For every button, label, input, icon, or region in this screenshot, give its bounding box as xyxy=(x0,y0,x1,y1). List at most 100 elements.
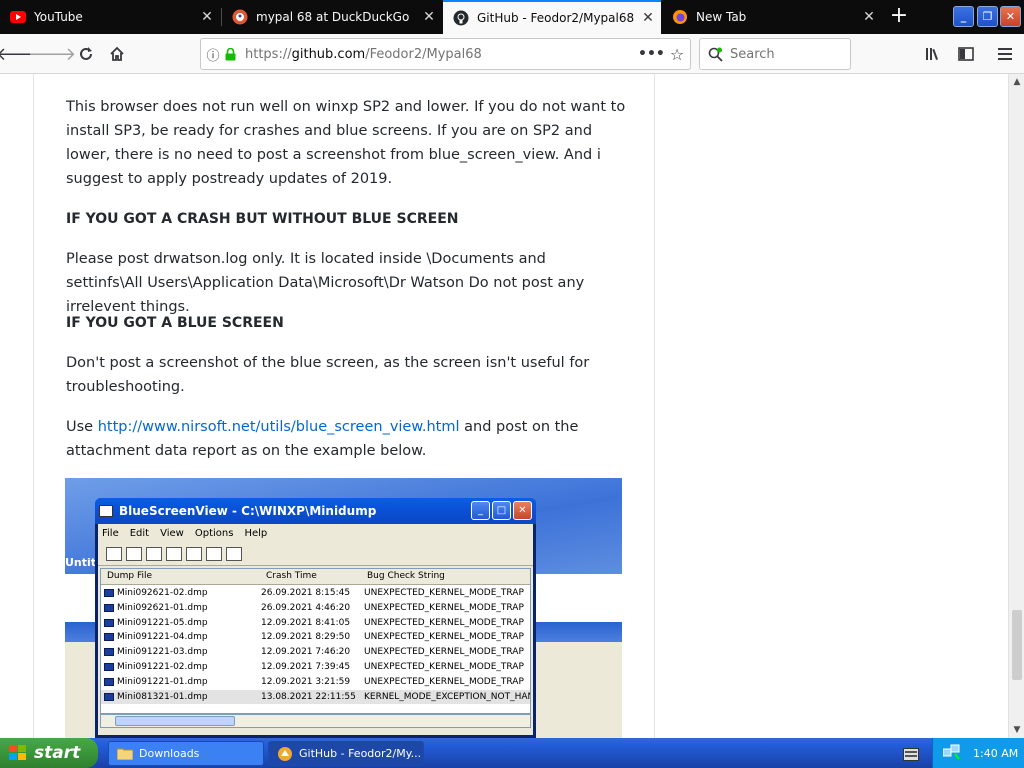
bsv-menu-options: Options xyxy=(194,527,234,539)
keyboard-icon[interactable] xyxy=(903,746,919,765)
crash-time: 12.09.2021 7:46:20 xyxy=(261,647,351,658)
bookmark-star-icon[interactable]: ☆ xyxy=(664,45,690,64)
forward-button[interactable]: 🡒 xyxy=(28,40,76,68)
tab-strip: YouTube ✕ mypal 68 at DuckDuckGo ✕ GitHu… xyxy=(0,0,1024,34)
github-icon xyxy=(453,10,469,26)
url-text[interactable]: https://github.com/Feodor2/Mypal68 xyxy=(239,47,638,62)
taskbar-item-label: GitHub - Feodor2/My... xyxy=(299,747,422,760)
home-icon xyxy=(110,46,124,61)
tab-title: YouTube xyxy=(34,10,83,24)
lock-icon[interactable] xyxy=(225,47,239,61)
close-window-button[interactable]: ✕ xyxy=(1000,6,1021,27)
page-actions-icon[interactable]: ••• xyxy=(638,46,665,62)
crash-time: 13.08.2021 22:11:55 xyxy=(261,691,356,702)
firefox-icon xyxy=(672,9,688,25)
close-tab-icon[interactable]: ✕ xyxy=(416,9,442,25)
dump-file-icon xyxy=(104,663,114,671)
tab-title: New Tab xyxy=(696,10,747,24)
clock: 1:40 AM xyxy=(973,746,1019,760)
crash-time: 12.09.2021 7:39:45 xyxy=(261,662,351,672)
bsv-menu-edit: Edit xyxy=(129,527,150,539)
start-label: start xyxy=(34,743,81,763)
dump-file-name: Mini091221-05.dmp xyxy=(117,617,208,628)
bluescreenview-link[interactable]: http://www.nirsoft.net/utils/blue_screen… xyxy=(98,419,460,435)
dump-file-icon xyxy=(104,692,114,701)
bsv-menu-file: File xyxy=(102,527,119,539)
search-bar[interactable] xyxy=(699,38,851,70)
properties-icon xyxy=(106,546,122,561)
paragraph-drwatson: Please post drwatson.log only. It is loc… xyxy=(66,251,585,315)
taskbar-item-github[interactable]: GitHub - Feodor2/My... xyxy=(268,741,424,766)
scroll-up-arrow-icon[interactable]: ▲ xyxy=(1009,74,1024,90)
column-crash-time: Crash Time xyxy=(266,571,317,581)
scroll-down-arrow-icon[interactable]: ▼ xyxy=(1009,722,1024,738)
page-vertical-scrollbar[interactable]: ▲ ▼ xyxy=(1008,74,1024,738)
bug-check-string: UNEXPECTED_KERNEL_MODE_TRAP xyxy=(364,676,524,687)
bug-check-string: UNEXPECTED_KERNEL_MODE_TRAP xyxy=(364,647,524,658)
bsv-title: BlueScreenView - C:\WINXP\Minidump xyxy=(119,504,377,518)
table-row: Mini091221-02.dmp 12.09.2021 7:39:45 UNEXP… xyxy=(101,660,530,675)
crash-time: 12.09.2021 8:41:05 xyxy=(261,617,351,628)
sidebar-button[interactable] xyxy=(952,40,980,68)
start-button[interactable]: start xyxy=(0,738,98,768)
paragraph-no-screenshot: Don't post a screenshot of the blue scre… xyxy=(66,355,590,395)
menu-button[interactable] xyxy=(991,40,1019,68)
library-button[interactable] xyxy=(920,40,948,68)
bsv-table-header: Dump File Crash Time Bug Check String xyxy=(101,569,530,585)
table-row: Mini091221-04.dmp 12.09.2021 8:29:50 UNEXP… xyxy=(101,630,530,645)
crash-time: 26.09.2021 4:46:20 xyxy=(261,602,351,613)
refresh-icon xyxy=(146,546,162,561)
dump-file-name: Mini091221-01.dmp xyxy=(117,676,208,687)
search-icon[interactable] xyxy=(700,47,730,62)
tab-youtube[interactable]: YouTube ✕ xyxy=(0,0,220,34)
system-tray: 1:40 AM xyxy=(932,738,1024,768)
dump-file-icon xyxy=(104,648,114,657)
minimize-button[interactable]: _ xyxy=(953,6,974,27)
tab-duckduckgo[interactable]: mypal 68 at DuckDuckGo ✕ xyxy=(222,0,442,34)
column-bug-check-string: Bug Check String xyxy=(367,571,445,581)
find-icon xyxy=(206,546,222,561)
background-window-fragment: Untit xyxy=(65,556,97,569)
home-button[interactable] xyxy=(103,40,131,68)
close-tab-icon[interactable]: ✕ xyxy=(194,9,220,25)
library-icon xyxy=(926,48,938,60)
reload-icon xyxy=(80,47,92,60)
info-icon[interactable]: ⓘ xyxy=(201,45,225,64)
bsv-menu-help: Help xyxy=(244,527,268,539)
heading-blue-screen: IF YOU GOT A BLUE SCREEN xyxy=(66,315,284,331)
table-row: Mini081321-01.dmp 13.08.2021 22:11:55 KERN… xyxy=(101,689,530,705)
heading-crash-without-bsod: IF YOU GOT A CRASH BUT WITHOUT BLUE SCRE… xyxy=(66,211,459,227)
table-row: Mini092621-01.dmp 26.09.2021 4:46:20 UNEXP… xyxy=(101,601,530,616)
paragraph-sp2-warning: This browser does not run well on winxp … xyxy=(66,99,626,187)
taskbar-item-downloads[interactable]: Downloads xyxy=(108,741,264,766)
close-tab-icon[interactable]: ✕ xyxy=(856,9,882,25)
bsv-maximize-button: □ xyxy=(492,501,511,520)
mypal-icon xyxy=(278,746,292,761)
bsv-horizontal-scrollbar xyxy=(100,714,531,728)
network-icon[interactable] xyxy=(942,744,961,763)
address-bar[interactable]: ⓘ https://github.com/Feodor2/Mypal68 •••… xyxy=(200,38,691,70)
bsv-dump-table: Dump File Crash Time Bug Check String Mi… xyxy=(100,568,531,714)
sidebar-icon xyxy=(958,47,974,61)
search-input[interactable] xyxy=(730,46,840,62)
restore-button[interactable]: ❐ xyxy=(977,6,998,27)
scrollbar-thumb[interactable] xyxy=(1012,610,1022,680)
bug-check-string: UNEXPECTED_KERNEL_MODE_TRAP xyxy=(364,602,524,613)
page-content: This browser does not run well on winxp … xyxy=(0,74,1008,738)
reload-button[interactable] xyxy=(72,40,100,68)
crash-time: 12.09.2021 8:29:50 xyxy=(261,632,351,643)
bsv-menubar: File Edit View Options Help xyxy=(98,524,533,542)
new-tab-button[interactable]: + xyxy=(884,0,914,34)
close-tab-icon[interactable]: ✕ xyxy=(635,10,661,26)
taskbar-item-label: Downloads xyxy=(139,747,200,760)
dump-file-name: Mini091221-03.dmp xyxy=(117,647,208,658)
bsv-toolbar xyxy=(98,542,533,566)
paragraph-use-bsv: Use http://www.nirsoft.net/utils/blue_sc… xyxy=(66,415,626,463)
url-host: github.com xyxy=(291,46,366,62)
dump-file-icon xyxy=(104,618,114,627)
tab-new-tab[interactable]: New Tab ✕ xyxy=(662,0,882,34)
bug-check-string: UNEXPECTED_KERNEL_MODE_TRAP xyxy=(364,617,524,628)
crash-time: 12.09.2021 3:21:59 xyxy=(261,676,351,687)
forward-arrow-icon: 🡒 xyxy=(27,43,77,65)
tab-github[interactable]: GitHub - Feodor2/Mypal68: web b ✕ xyxy=(443,0,661,34)
